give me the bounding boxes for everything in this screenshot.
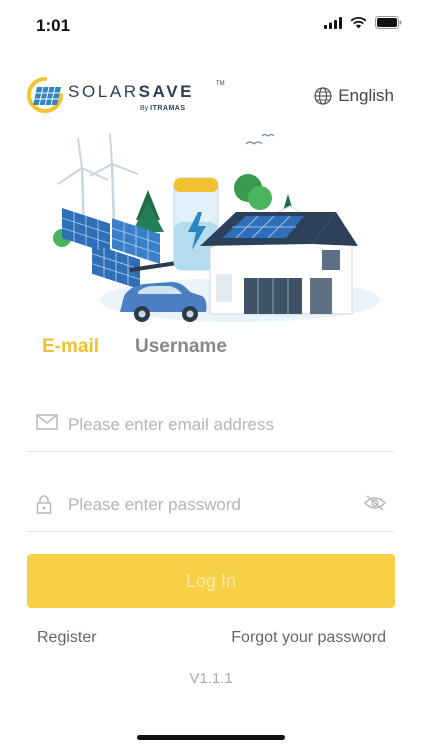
home-indicator (137, 735, 285, 740)
mail-icon (36, 414, 58, 430)
house-icon (200, 205, 358, 315)
password-input[interactable] (68, 492, 348, 518)
brand-logo: SOLARSAVE TM By ITRAMAS (26, 76, 225, 118)
tab-email-label: E-mail (42, 336, 100, 357)
tab-username[interactable]: Username (135, 336, 227, 358)
globe-icon (314, 87, 332, 105)
status-time: 1:01 (36, 16, 71, 35)
app-version: V1.1.1 (189, 670, 233, 687)
register-link[interactable]: Register (37, 629, 97, 647)
language-label: English (338, 86, 394, 105)
signal-icon (324, 16, 342, 29)
battery-icon (375, 16, 402, 29)
password-field-row (28, 480, 394, 532)
status-icons (324, 16, 402, 29)
eye-off-icon[interactable] (364, 495, 386, 511)
language-selector[interactable]: English (314, 86, 394, 106)
tab-email[interactable]: E-mail (36, 336, 100, 358)
login-button[interactable]: Log In (27, 554, 395, 608)
solarsave-logo-icon (27, 77, 63, 113)
forgot-password-link[interactable]: Forgot your password (231, 629, 386, 647)
tab-username-label: Username (135, 336, 227, 357)
login-method-tabs: E-mail Username (36, 336, 340, 366)
lock-icon (36, 495, 52, 514)
email-field-row (28, 400, 394, 452)
wifi-icon (350, 16, 367, 28)
brand-trademark: TM (216, 81, 225, 87)
brand-byline: By ITRAMAS (140, 105, 186, 112)
email-input[interactable] (68, 412, 348, 438)
hero-illustration (53, 133, 380, 322)
status-bar: 1:01 (0, 0, 422, 50)
brand-name: SOLARSAVE (68, 82, 195, 101)
